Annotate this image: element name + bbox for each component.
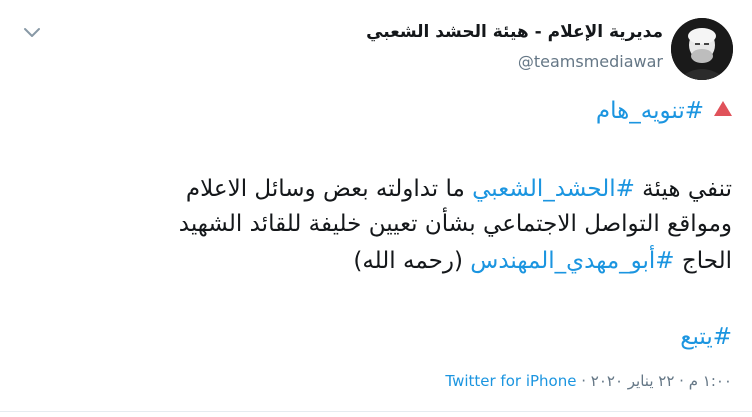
tweet-timestamp[interactable]: ١:٠٠ م · ٢٢ يناير ٢٠٢٠ · [576, 372, 732, 390]
tweet-text: تنفي هيئة [634, 176, 732, 202]
tweet-text: (رحمه الله) [353, 248, 471, 274]
red-triangle-icon [714, 101, 732, 116]
tweet-line-3: تنفي هيئة #الحشد_الشعبي ما تداولته بعض و… [12, 172, 732, 207]
tweet-line-1: #تنويه_هام [12, 94, 732, 129]
tweet-meta: ١:٠٠ م · ٢٢ يناير ٢٠٢٠ · Twitter for iPh… [445, 372, 732, 390]
avatar-portrait-icon [671, 18, 733, 80]
tweet-source-link[interactable]: Twitter for iPhone [445, 372, 576, 390]
tweet-text: الحاج [674, 248, 732, 274]
tweet-line-6: #يتبع [12, 320, 732, 355]
author-handle[interactable]: @teamsmediawar [518, 52, 663, 71]
tweet-card: مديرية الإعلام - هيئة الحشد الشعبي @team… [0, 0, 752, 417]
tweet-text: ما تداولته بعض وسائل الاعلام [185, 176, 473, 202]
tweet-line-4: ومواقع التواصل الاجتماعي بشأن تعيين خليف… [178, 211, 732, 237]
author-display-name[interactable]: مديرية الإعلام - هيئة الحشد الشعبي [366, 22, 663, 42]
hashtag-hashd[interactable]: #الحشد_الشعبي [472, 176, 635, 202]
avatar[interactable] [671, 18, 733, 80]
hashtag-to-follow[interactable]: #يتبع [680, 324, 732, 350]
chevron-down-icon[interactable] [22, 26, 42, 40]
tweet-line-5: الحاج #أبو_مهدي_المهندس (رحمه الله) [12, 244, 732, 274]
divider [0, 411, 752, 412]
hashtag-abu-mahdi[interactable]: #أبو_مهدي_المهندس [470, 248, 674, 274]
hashtag-important-notice[interactable]: #تنويه_هام [596, 98, 704, 124]
